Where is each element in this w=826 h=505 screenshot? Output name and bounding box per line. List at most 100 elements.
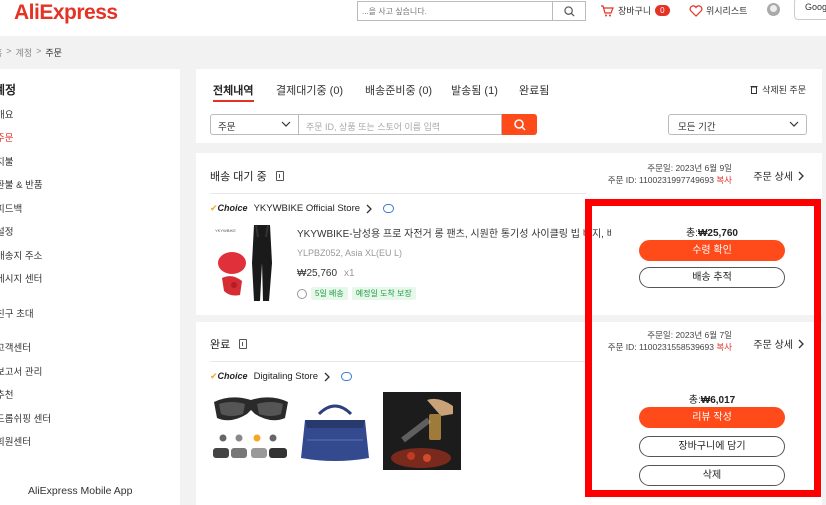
sidebar-item-feedback[interactable]: 피드백 [0,201,22,215]
sidebar-item-orders[interactable]: 주문 [0,130,13,144]
order-meta: 주문일: 2023년 6월 9일 주문 ID: 1100231997749693… [608,162,732,186]
wishlist-link[interactable]: 위시리스트 [689,4,747,17]
tab-awaiting-payment[interactable]: 결제대기중 (0) [276,82,343,98]
order-search-input[interactable]: 주문 ID, 상품 또는 스토어 이름 입력 [298,114,502,135]
order-status-label: 배송 대기 중 [210,171,267,183]
document-icon[interactable] [275,171,284,181]
copy-button[interactable]: 복사 [716,175,732,185]
breadcrumb-home[interactable]: 홈 [0,46,2,59]
total-amount: ₩25,760 [697,228,738,239]
breadcrumb: 홈 > 계정 > 주문 [0,46,62,59]
site-search-input[interactable] [358,2,552,20]
order-detail-label: 주문 상세 [753,340,793,351]
divider [210,361,586,362]
store-row: ✔Choice Digitaling Store [210,371,352,382]
order-total: 총:₩25,760 [639,224,785,239]
total-label: 총: [685,228,698,239]
sidebar-item-addresses[interactable]: 배송지 주소 [0,248,42,262]
active-tab-indicator [213,100,254,102]
delete-order-button[interactable]: 삭제 [639,465,785,486]
confirm-receipt-button[interactable]: 수령 확인 [639,240,785,261]
sidebar-item-refunds[interactable]: 환불 & 반품 [0,177,43,191]
sunglasses-image [211,392,290,464]
sidebar-item-overview[interactable]: 개요 [0,107,13,121]
sidebar-item-suggestions[interactable]: 추천 [0,387,13,401]
sidebar-item-dropshipping[interactable]: 드롭쉬핑 센터 [0,411,51,425]
order-status-label: 완료 [210,339,231,351]
order-filter-value: 주문 [218,122,236,133]
store-name-link[interactable]: YKYWBIKE Official Store [254,203,360,214]
sidebar-item-invite[interactable]: 친구 초대 [0,306,34,320]
chat-icon[interactable] [383,204,395,213]
info-icon [297,288,307,299]
cart-label: 장바구니 [618,6,652,16]
write-review-button[interactable]: 리뷰 작성 [639,407,785,428]
order-meta: 주문일: 2023년 6월 7일 주문 ID: 1100231558539693… [608,329,732,353]
document-icon[interactable] [239,339,248,349]
tab-preparing[interactable]: 배송준비중 (0) [365,82,432,98]
chevron-down-icon [281,121,291,127]
total-label: 총: [688,395,701,406]
track-shipment-button[interactable]: 배송 추적 [639,267,785,288]
trash-icon [750,86,758,94]
mobile-app-box[interactable]: AliExpress Mobile App [0,475,180,505]
store-name-link[interactable]: Digitaling Store [254,371,318,382]
product-price: ₩25,760 [297,268,338,279]
guarantee-chip: 예정일 도착 보장 [351,287,416,300]
chevron-down-icon [789,121,799,127]
sidebar-item-membership[interactable]: 회원센터 [0,434,31,448]
oil-sprayer-image [383,392,461,470]
tab-completed[interactable]: 완료됨 [519,82,549,98]
order-detail-link[interactable]: 주문 상세 [753,336,805,351]
top-header: AliExpress 장바구니 0 위시리스트 Goog [0,0,826,36]
order-detail-link[interactable]: 주문 상세 [753,168,805,183]
product-image[interactable]: YKYWBIKE [212,223,282,303]
orders-tabs-panel: 전체내역 결제대기중 (0) 배송준비중 (0) 발송됨 (1) 완료됨 삭제된… [196,69,822,143]
delivery-info: 5일 배송 예정일 도착 보장 [297,287,416,300]
delivery-chip: 5일 배송 [311,287,348,300]
add-to-cart-button[interactable]: 장바구니에 담기 [639,436,785,457]
chevron-right-icon [798,171,804,180]
divider [210,193,586,194]
product-image-oil-sprayer[interactable] [383,392,461,470]
order-id: 주문 ID: 1100231997749693 [607,175,714,185]
breadcrumb-separator: > [6,46,12,56]
product-title[interactable]: YKYWBIKE-남성용 프로 자전거 롱 팬츠, 시원한 통기성 사이클링 빕… [297,225,612,240]
order-detail-label: 주문 상세 [753,172,793,183]
order-search-button[interactable] [502,114,537,135]
google-button[interactable]: Goog [794,0,826,20]
tab-shipped[interactable]: 발송됨 (1) [451,82,498,98]
avatar[interactable] [767,3,780,16]
sidebar-item-reports[interactable]: 보고서 관리 [0,364,42,378]
account-sidebar: 계정 개요 주문 지불 환불 & 반품 피드백 설정 배송지 주소 메시지 센터… [0,69,180,505]
sidebar-item-messages[interactable]: 메시지 센터 [0,271,42,285]
deleted-orders-link[interactable]: 삭제된 주문 [750,83,806,96]
site-search-button[interactable] [552,2,585,20]
mobile-app-label: AliExpress Mobile App [28,485,133,497]
chevron-right-icon[interactable] [366,204,373,214]
sidebar-item-settings[interactable]: 설정 [0,224,13,238]
chevron-right-icon[interactable] [324,372,331,382]
product-image-sunglasses[interactable] [211,392,290,464]
period-filter-select[interactable]: 모든 기간 [668,114,807,135]
heart-icon [689,4,703,17]
cart-link[interactable]: 장바구니 0 [600,4,670,17]
order-filter-select[interactable]: 주문 [210,114,299,135]
product-qty: x1 [344,268,355,279]
tab-all[interactable]: 전체내역 [213,82,253,98]
copy-button[interactable]: 복사 [716,342,732,352]
search-icon [513,118,526,131]
chevron-right-icon [798,339,804,348]
breadcrumb-account[interactable]: 계정 [16,46,33,59]
order-id: 주문 ID: 1100231558539693 [607,342,714,352]
order-date: 주문일: 2023년 6월 9일 [647,163,732,173]
store-row: ✔Choice YKYWBIKE Official Store [210,203,395,214]
sidebar-item-help[interactable]: 고객센터 [0,340,31,354]
chat-icon[interactable] [340,372,352,381]
order-date: 주문일: 2023년 6월 7일 [647,330,732,340]
product-image-bag[interactable] [297,392,373,468]
sidebar-item-payment[interactable]: 지불 [0,154,13,168]
breadcrumb-orders: 주문 [45,48,62,58]
search-icon [563,5,575,17]
aliexpress-logo[interactable]: AliExpress [14,1,118,25]
